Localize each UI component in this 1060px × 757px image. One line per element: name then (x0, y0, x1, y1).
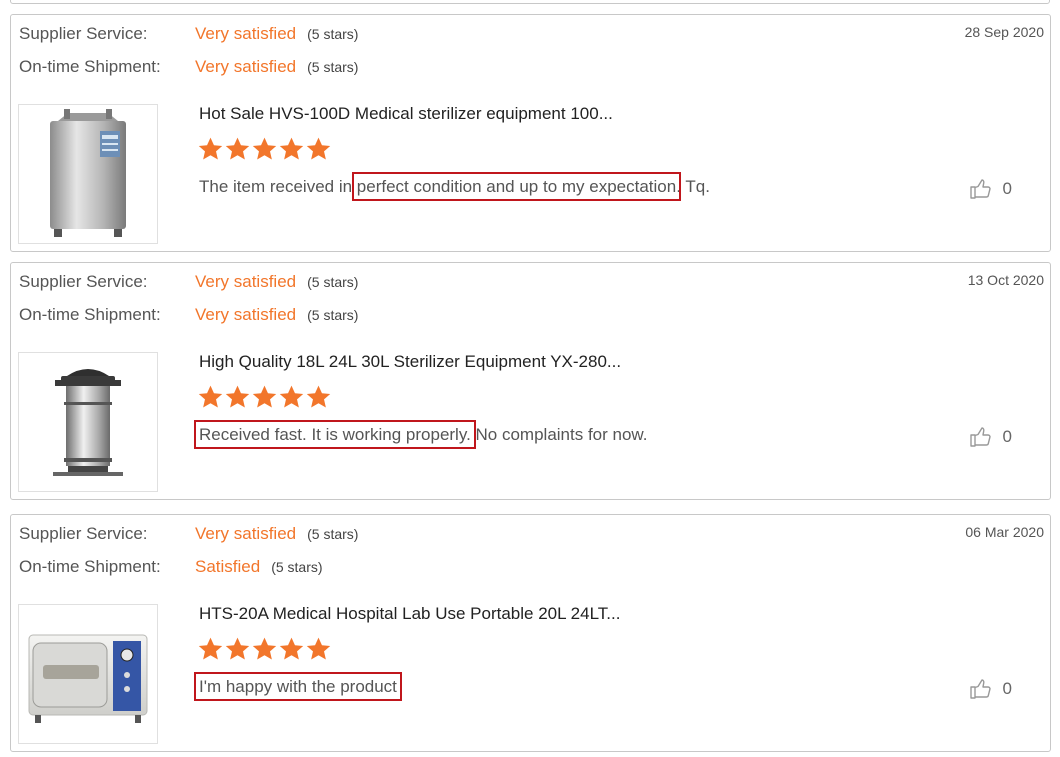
thumbs-up-icon (969, 179, 991, 199)
supplier-service-row: Supplier Service: Very satisfied (5 star… (19, 23, 358, 45)
review-text: Received fast. It is working properly. N… (194, 420, 648, 449)
review-text: The item received in perfect condition a… (199, 172, 710, 201)
star-icon (279, 137, 304, 160)
like-count: 0 (1002, 179, 1012, 198)
like-count: 0 (1002, 427, 1012, 446)
rating-stars (197, 136, 333, 162)
thumbs-up-icon (969, 679, 991, 699)
on-time-shipment-label: On-time Shipment: (19, 557, 161, 576)
like-count: 0 (1002, 679, 1012, 698)
like-button[interactable]: 0 (969, 177, 1012, 201)
review-text-before: The item received in (199, 177, 357, 196)
supplier-service-label: Supplier Service: (19, 524, 148, 543)
review-date: 28 Sep 2020 (964, 24, 1044, 40)
review-date: 06 Mar 2020 (965, 524, 1044, 540)
on-time-shipment-value: Very satisfied (195, 305, 297, 324)
product-title[interactable]: HTS-20A Medical Hospital Lab Use Portabl… (199, 604, 620, 624)
supplier-service-row: Supplier Service: Very satisfied (5 star… (19, 271, 358, 293)
review-text-after: No complaints for now. (470, 425, 648, 444)
supplier-service-stars-text: (5 stars) (307, 274, 359, 290)
star-icon (252, 137, 277, 160)
supplier-service-label: Supplier Service: (19, 24, 148, 43)
star-icon (225, 637, 250, 660)
vertical-sterilizer-image (50, 109, 126, 237)
on-time-shipment-row: On-time Shipment: Very satisfied (5 star… (19, 304, 358, 326)
review-card: Supplier Service: Very satisfied (5 star… (10, 14, 1051, 252)
thumbs-up-icon (969, 427, 991, 447)
on-time-shipment-value: Very satisfied (195, 57, 297, 76)
star-icon (198, 637, 223, 660)
star-icon (225, 137, 250, 160)
previous-card-edge (10, 0, 1050, 4)
product-thumbnail[interactable] (18, 604, 158, 744)
star-icon (279, 385, 304, 408)
like-button[interactable]: 0 (969, 677, 1012, 701)
review-card: Supplier Service: Very satisfied (5 star… (10, 514, 1051, 752)
rating-stars (197, 384, 333, 410)
product-title[interactable]: Hot Sale HVS-100D Medical sterilizer equ… (199, 104, 613, 124)
review-text-highlight: I'm happy with the product (194, 672, 402, 701)
on-time-shipment-row: On-time Shipment: Satisfied (5 stars) (19, 556, 323, 578)
star-icon (198, 137, 223, 160)
tabletop-autoclave-image (28, 634, 148, 723)
on-time-shipment-row: On-time Shipment: Very satisfied (5 star… (19, 56, 358, 78)
star-icon (252, 385, 277, 408)
supplier-service-value: Very satisfied (195, 524, 297, 543)
review-text-highlight: perfect condition and up to my expectati… (351, 172, 682, 201)
review-text-highlight: Received fast. It is working properly. (194, 420, 476, 449)
review-text-after: . Tq. (676, 177, 710, 196)
portable-sterilizer-image (53, 369, 123, 476)
star-icon (252, 637, 277, 660)
like-button[interactable]: 0 (969, 425, 1012, 449)
supplier-service-stars-text: (5 stars) (307, 526, 359, 542)
on-time-shipment-label: On-time Shipment: (19, 305, 161, 324)
rating-stars (197, 636, 333, 662)
star-icon (225, 385, 250, 408)
supplier-service-value: Very satisfied (195, 272, 297, 291)
star-icon (306, 385, 331, 408)
review-date: 13 Oct 2020 (967, 272, 1044, 288)
product-thumbnail[interactable] (18, 352, 158, 492)
on-time-shipment-stars-text: (5 stars) (307, 59, 359, 75)
star-icon (306, 137, 331, 160)
supplier-service-label: Supplier Service: (19, 272, 148, 291)
product-title[interactable]: High Quality 18L 24L 30L Sterilizer Equi… (199, 352, 621, 372)
product-thumbnail[interactable] (18, 104, 158, 244)
star-icon (279, 637, 304, 660)
review-card: Supplier Service: Very satisfied (5 star… (10, 262, 1051, 500)
star-icon (306, 637, 331, 660)
supplier-service-value: Very satisfied (195, 24, 297, 43)
review-text: I'm happy with the product (194, 672, 402, 701)
star-icon (198, 385, 223, 408)
on-time-shipment-stars-text: (5 stars) (271, 559, 323, 575)
supplier-service-row: Supplier Service: Very satisfied (5 star… (19, 523, 358, 545)
on-time-shipment-label: On-time Shipment: (19, 57, 161, 76)
on-time-shipment-stars-text: (5 stars) (307, 307, 359, 323)
on-time-shipment-value: Satisfied (195, 557, 261, 576)
supplier-service-stars-text: (5 stars) (307, 26, 359, 42)
